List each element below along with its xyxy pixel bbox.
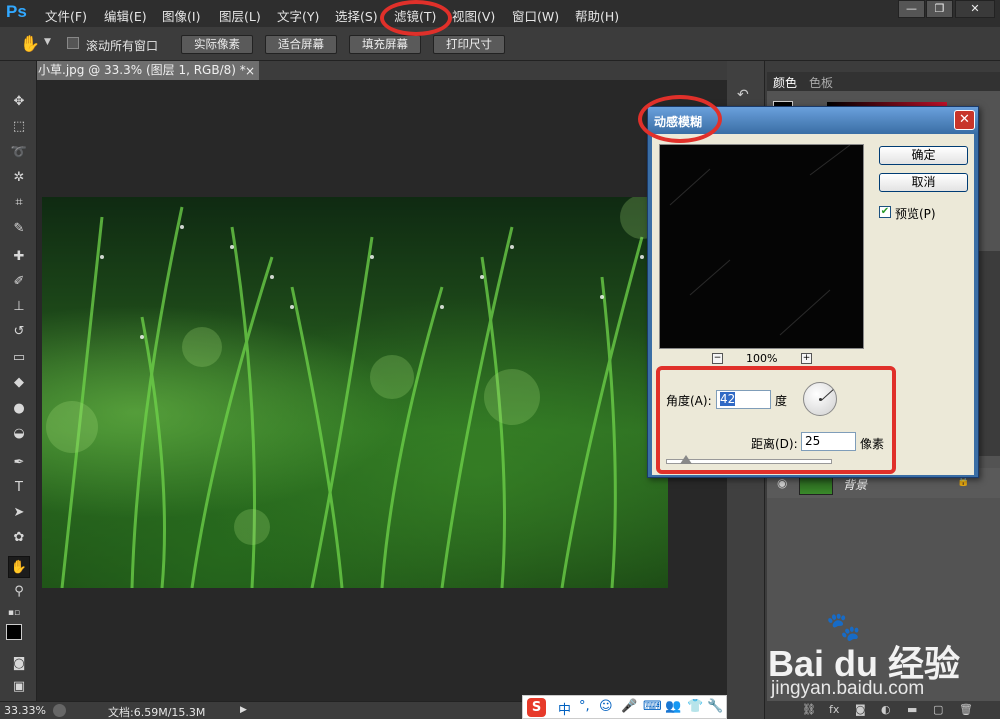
hand-icon[interactable]: ✋ [20,34,40,54]
spot-heal-icon[interactable]: ✚ [8,246,30,268]
restore-button[interactable]: ❐ [926,0,953,18]
menu-window[interactable]: 窗口(W) [512,6,559,25]
preview-streaks [669,144,851,336]
settings-icon[interactable]: 🔧 [707,699,723,714]
move-icon[interactable]: ✥ [8,91,30,113]
paint-bucket-icon[interactable]: ◆ [8,372,30,394]
menu-image[interactable]: 图像(I) [162,6,200,25]
menu-layer[interactable]: 图层(L) [219,6,261,25]
close-icon[interactable]: × [245,62,255,81]
zoom-status[interactable]: 33.33% [4,704,46,717]
foreground-color-swatch[interactable] [6,624,22,640]
history-icon[interactable]: ↶ [737,87,749,103]
window-close-button[interactable]: ✕ [955,0,995,18]
quick-mask-icon[interactable]: ◙ [8,653,30,675]
menu-edit[interactable]: 编辑(E) [104,6,147,25]
preview-zoom-in-button[interactable]: + [801,353,812,364]
preview-label: 预览(P) [895,207,936,221]
menu-select[interactable]: 选择(S) [335,6,378,25]
filter-menu-highlight [380,0,452,36]
scroll-all-windows-label: 滚动所有窗口 [86,39,159,53]
ok-button[interactable]: 确定 [879,146,968,165]
tab-color[interactable]: 颜色 [773,74,797,91]
document-tab-bar: 小草.jpg @ 33.3% (图层 1, RGB/8) * × [37,61,727,80]
parameters-highlight [656,366,896,474]
crop-icon[interactable]: ⌗ [8,192,30,214]
preview-zoom-level: 100% [746,352,778,365]
eraser-icon[interactable]: ▭ [8,347,30,369]
fit-screen-button[interactable]: 适合屏幕 [265,35,337,54]
dodge-icon[interactable]: ◒ [8,423,30,445]
layer-name: 背景 [843,478,868,492]
color-panel-header: 颜色 色板 [767,72,1000,91]
menu-type[interactable]: 文字(Y) [277,6,319,25]
actual-pixels-button[interactable]: 实际像素 [181,35,253,54]
ime-toolbar: S 中 °, ☺ 🎤 ⌨ 👥 👕 🔧 [522,695,727,719]
hand-icon[interactable]: ✋ [8,556,30,578]
clone-stamp-icon[interactable]: ⊥ [8,296,30,318]
canvas-area[interactable] [37,80,727,701]
emoji-icon[interactable]: ☺ [599,699,613,714]
status-info-icon[interactable] [53,704,66,717]
menu-file[interactable]: 文件(F) [45,6,87,25]
options-bar: ✋ ▼ 滚动所有窗口 实际像素 适合屏幕 填充屏幕 打印尺寸 [0,27,1000,61]
minimize-button[interactable]: — [898,0,925,18]
marquee-icon[interactable]: ⬚ [8,116,30,138]
eye-icon[interactable]: ◉ [777,476,787,490]
fill-screen-button[interactable]: 填充屏幕 [349,35,421,54]
zoom-icon[interactable]: ⚲ [8,581,30,603]
dialog-title-highlight [638,95,722,143]
shape-icon[interactable]: ✿ [8,527,30,549]
document-size: 文档:6.59M/15.3M [108,706,206,719]
pen-icon[interactable]: ✒ [8,452,30,474]
scroll-all-windows-checkbox[interactable] [67,37,79,49]
sogou-logo[interactable]: S [527,698,546,717]
skin-icon[interactable]: 👕 [687,699,703,714]
lasso-icon[interactable]: ➰ [8,142,30,164]
baidu-jingyan-watermark: 🐾 Bai du 经验 jingyan.baidu.com [768,610,988,705]
menu-view[interactable]: 视图(V) [452,6,495,25]
microphone-icon[interactable]: 🎤 [621,699,637,714]
preview-area[interactable] [659,144,864,349]
path-select-icon[interactable]: ➤ [8,502,30,524]
photoshop-logo: Ps [6,2,27,21]
dialog-close-button[interactable]: ✕ [954,110,975,130]
print-size-button[interactable]: 打印尺寸 [433,35,505,54]
eyedropper-icon[interactable]: ✎ [8,218,30,240]
keyboard-icon[interactable]: ⌨ [643,699,662,714]
punctuation-icon[interactable]: °, [579,699,590,714]
tab-swatches[interactable]: 色板 [809,74,833,91]
screen-mode-icon[interactable]: ▣ [8,676,30,698]
default-colors-icon[interactable]: ▪▫ [3,602,25,624]
tools-panel: ✥ ⬚ ➰ ✲ ⌗ ✎ ✚ ✐ ⊥ ↺ ▭ ◆ ● ◒ ✒ T ➤ ✿ ✋ ⚲ … [0,61,37,701]
user-icon[interactable]: 👥 [665,699,681,714]
cancel-button[interactable]: 取消 [879,173,968,192]
preview-checkbox[interactable]: ✔ [879,206,891,218]
type-icon[interactable]: T [8,477,30,499]
menu-help[interactable]: 帮助(H) [575,6,619,25]
ime-language-toggle[interactable]: 中 [558,699,571,718]
brush-icon[interactable]: ✐ [8,271,30,293]
document-tab[interactable]: 小草.jpg @ 33.3% (图层 1, RGB/8) * × [37,61,259,80]
history-brush-icon[interactable]: ↺ [8,321,30,343]
chevron-down-icon[interactable]: ▼ [44,37,51,47]
grass-artwork [46,197,664,588]
menu-bar: Ps 文件(F) 编辑(E) 图像(I) 图层(L) 文字(Y) 选择(S) 滤… [0,0,1000,27]
blur-icon[interactable]: ● [8,398,30,420]
document-image[interactable] [42,197,668,588]
preview-zoom-out-button[interactable]: − [712,353,723,364]
status-menu-arrow-icon[interactable]: ▶ [240,705,247,715]
document-tab-title: 小草.jpg @ 33.3% (图层 1, RGB/8) * [38,63,246,77]
magic-wand-icon[interactable]: ✲ [8,167,30,189]
watermark-url: jingyan.baidu.com [771,678,925,699]
